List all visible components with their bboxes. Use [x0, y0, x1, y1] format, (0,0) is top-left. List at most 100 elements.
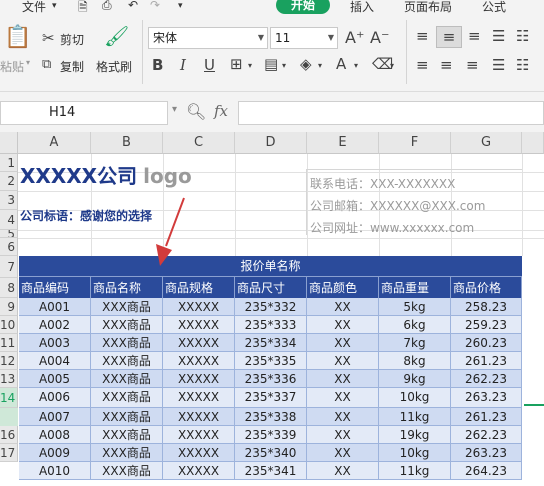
table-cell[interactable]: 260.23 [451, 334, 522, 352]
table-cell[interactable]: 9kg [379, 370, 451, 388]
cut-button[interactable]: 剪切 [60, 31, 84, 48]
row-header-10[interactable]: 10 [0, 316, 18, 334]
contact-email[interactable]: 公司邮箱：XXXXXX@XXX.com [310, 197, 485, 214]
table-cell[interactable]: A005 [19, 370, 91, 388]
row-header-11[interactable]: 11 [0, 334, 18, 352]
table-cell[interactable]: XX [307, 462, 379, 480]
row-header-16[interactable]: 16 [0, 426, 18, 444]
chevron-down-icon[interactable]: ▾ [26, 58, 30, 67]
table-cell[interactable]: 258.23 [451, 298, 522, 316]
table-cell[interactable]: XXXXX [163, 462, 235, 480]
table-cell[interactable]: A010 [19, 462, 91, 480]
table-cell[interactable]: A002 [19, 316, 91, 334]
table-cell[interactable]: 8kg [379, 352, 451, 370]
table-cell[interactable]: 19kg [379, 426, 451, 444]
table-cell[interactable]: XXX商品 [91, 408, 163, 426]
quick-access-more-icon[interactable]: ▾ [178, 1, 183, 11]
table-cell[interactable]: 235*334 [235, 334, 307, 352]
row-header-2[interactable]: 2 [0, 172, 18, 191]
column-header-E[interactable]: E [307, 132, 379, 154]
row-header-7[interactable]: 7 [0, 256, 18, 278]
table-cell[interactable]: 11kg [379, 408, 451, 426]
table-cell[interactable]: XXXXX [163, 334, 235, 352]
table-cell[interactable]: 235*341 [235, 462, 307, 480]
table-cell[interactable]: 235*339 [235, 426, 307, 444]
table-cell[interactable]: XXX商品 [91, 462, 163, 480]
table-cell[interactable]: 263.23 [451, 388, 522, 408]
table-cell[interactable]: 235*338 [235, 408, 307, 426]
table-cell[interactable]: XXX商品 [91, 388, 163, 408]
table-cell[interactable]: XXXXX [163, 444, 235, 462]
table-header-cell[interactable]: 商品重量 [379, 276, 451, 298]
table-cell[interactable]: 6kg [379, 316, 451, 334]
table-cell[interactable]: XX [307, 388, 379, 408]
row-header-6[interactable]: 6 [0, 238, 18, 256]
shrink-font-button[interactable]: A⁻ [370, 30, 389, 46]
table-cell[interactable]: A009 [19, 444, 91, 462]
company-title[interactable]: XXXXX公司 logo [20, 160, 192, 189]
table-cell[interactable]: XXX商品 [91, 444, 163, 462]
table-cell[interactable]: XXXXX [163, 426, 235, 444]
row-header-12[interactable]: 12 [0, 352, 18, 370]
chevron-down-icon[interactable]: ▾ [354, 58, 358, 74]
redo-icon[interactable]: ↷ [150, 0, 160, 12]
tab-home[interactable]: 开始 [276, 0, 330, 14]
table-cell[interactable]: 235*337 [235, 388, 307, 408]
table-header-cell[interactable]: 商品尺寸 [235, 276, 307, 298]
table-cell[interactable]: 235*336 [235, 370, 307, 388]
align-top-icon[interactable]: ≡ [416, 28, 429, 44]
table-cell[interactable]: XX [307, 334, 379, 352]
table-cell[interactable]: XXXXX [163, 352, 235, 370]
justify-icon[interactable]: ☰ [492, 57, 505, 73]
table-cell[interactable]: A004 [19, 352, 91, 370]
row-header-8[interactable]: 8 [0, 278, 18, 298]
chevron-down-icon[interactable]: ▾ [282, 58, 286, 74]
formula-input[interactable] [238, 101, 544, 125]
format-painter-button[interactable]: 格式刷 [96, 58, 132, 75]
company-slogan[interactable]: 公司标语：感谢您的选择 [20, 207, 152, 224]
align-middle-icon[interactable]: ≡ [436, 26, 462, 48]
tab-insert[interactable]: 插入 [350, 0, 374, 15]
table-cell[interactable]: 261.23 [451, 352, 522, 370]
table-cell[interactable]: XX [307, 352, 379, 370]
table-cell[interactable]: XXX商品 [91, 298, 163, 316]
orientation-icon[interactable]: ☰ [492, 28, 505, 44]
table-cell[interactable]: XXXXX [163, 388, 235, 408]
table-cell[interactable]: 259.23 [451, 316, 522, 334]
table-cell[interactable]: XXX商品 [91, 426, 163, 444]
print-icon[interactable]: ⎙ [102, 0, 112, 13]
contact-website[interactable]: 公司网址：www.xxxxxx.com [310, 219, 474, 236]
select-all-corner[interactable] [0, 132, 18, 154]
column-header-A[interactable]: A [18, 132, 91, 154]
table-cell[interactable]: XXXXX [163, 298, 235, 316]
align-bottom-icon[interactable]: ≡ [468, 28, 481, 44]
wrap-text-icon[interactable]: ☷ [516, 28, 529, 44]
tab-page-layout[interactable]: 页面布局 [404, 0, 452, 15]
font-size-select[interactable]: 11 ▼ [270, 27, 338, 49]
table-cell[interactable]: XXX商品 [91, 334, 163, 352]
chevron-down-icon[interactable]: ▾ [318, 58, 322, 74]
row-header-5[interactable]: 5 [0, 230, 18, 238]
table-cell[interactable]: 5kg [379, 298, 451, 316]
chevron-down-icon[interactable]: ▾ [172, 104, 177, 115]
table-header-cell[interactable]: 商品规格 [163, 276, 235, 298]
menu-file[interactable]: 文件 [22, 0, 46, 15]
cell-style-icon[interactable]: ▤ [264, 56, 278, 72]
column-header-overflow[interactable] [522, 132, 544, 154]
copy-button[interactable]: 复制 [60, 58, 84, 75]
font-name-select[interactable]: 宋体 ▼ [148, 27, 268, 49]
table-cell[interactable]: 10kg [379, 388, 451, 408]
chevron-down-icon[interactable]: ▾ [52, 1, 57, 11]
table-cell[interactable]: XX [307, 316, 379, 334]
table-header-cell[interactable]: 商品价格 [451, 276, 522, 298]
table-cell[interactable]: 11kg [379, 462, 451, 480]
paste-icon[interactable]: 📋 [4, 27, 31, 49]
bold-button[interactable]: B [152, 57, 163, 73]
column-header-D[interactable]: D [235, 132, 307, 154]
row-header-3[interactable]: 3 [0, 191, 18, 210]
table-cell[interactable]: 263.23 [451, 444, 522, 462]
sheet-grid[interactable]: ABCDEFG 1234567891011121314151617 XXXXX公… [0, 132, 544, 486]
table-cell[interactable]: 10kg [379, 444, 451, 462]
table-cell[interactable]: A003 [19, 334, 91, 352]
table-cell[interactable]: 262.23 [451, 426, 522, 444]
